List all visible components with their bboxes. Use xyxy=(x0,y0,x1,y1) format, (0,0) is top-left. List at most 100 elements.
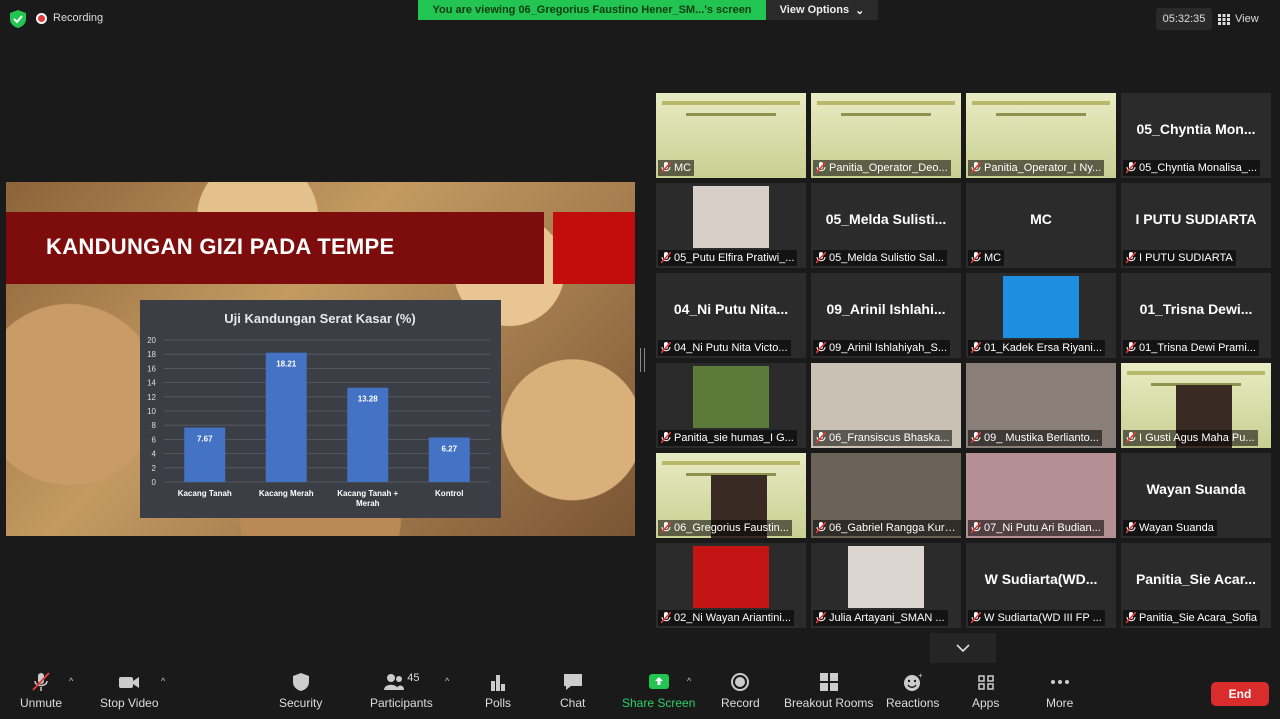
chevron-down-icon xyxy=(956,644,970,652)
audio-options-caret[interactable]: ^ xyxy=(69,676,73,686)
participants-button[interactable]: 45 Participants xyxy=(370,672,433,710)
record-dot-icon xyxy=(36,12,47,24)
participant-tile[interactable]: I PUTU SUDIARTA I PUTU SUDIARTA xyxy=(1121,183,1271,268)
participant-name: 06_Gregorius Faustin... xyxy=(674,522,789,534)
muted-mic-icon xyxy=(1126,342,1136,354)
gallery-next-button[interactable] xyxy=(930,633,996,663)
y-tick-label: 16 xyxy=(147,364,156,373)
video-options-caret[interactable]: ^ xyxy=(161,676,165,686)
svg-text:+: + xyxy=(918,672,923,680)
more-button[interactable]: More xyxy=(1046,672,1073,710)
polls-label: Polls xyxy=(485,696,512,710)
view-options-button[interactable]: View Options ⌄ xyxy=(766,0,878,20)
participant-name: 05_Putu Elfira Pratiwi_... xyxy=(674,252,795,264)
participant-tile[interactable]: 07_Ni Putu Ari Budian... xyxy=(966,453,1116,538)
recording-indicator[interactable]: Recording xyxy=(36,8,103,28)
muted-mic-icon xyxy=(32,672,50,691)
participant-tile[interactable]: 09_Arinil Ishlahi... 09_Arinil Ishlahiyah… xyxy=(811,273,961,358)
participant-tile[interactable]: 06_Gabriel Rangga Kurni... xyxy=(811,453,961,538)
participant-name: I Gusti Agus Maha Pu... xyxy=(1139,432,1255,444)
record-button[interactable]: Record xyxy=(721,672,760,710)
muted-mic-icon xyxy=(816,612,826,624)
fiber-content-chart: Uji Kandungan Serat Kasar (%) 0 2 4 6 8 10 12 1… xyxy=(140,300,501,518)
shield-icon[interactable] xyxy=(10,10,26,28)
participant-display-name: 05_Chyntia Mon... xyxy=(1136,121,1256,137)
participant-tile[interactable]: Wayan Suanda Wayan Suanda xyxy=(1121,453,1271,538)
participant-name: 09_Arinil Ishlahiyah_S... xyxy=(829,342,948,354)
view-button[interactable]: View xyxy=(1218,8,1272,30)
participant-name-tag: I PUTU SUDIARTA xyxy=(1123,250,1236,266)
participants-icon xyxy=(384,674,405,690)
participant-name: 06_Fransiscus Bhaska... xyxy=(829,432,950,444)
participant-tile[interactable]: 05_Chyntia Mon... 05_Chyntia Monalisa_... xyxy=(1121,93,1271,178)
reactions-button[interactable]: + Reactions xyxy=(886,672,939,710)
participant-display-name: Panitia_Sie Acar... xyxy=(1135,571,1257,587)
participant-name-tag: MC xyxy=(658,160,695,176)
breakout-rooms-button[interactable]: Breakout Rooms xyxy=(784,672,873,710)
participant-tile[interactable]: I Gusti Agus Maha Pu... xyxy=(1121,363,1271,448)
participant-tile[interactable]: Panitia_Operator_I Ny... xyxy=(966,93,1116,178)
muted-mic-icon xyxy=(661,342,671,354)
muted-mic-icon xyxy=(1126,432,1136,444)
participant-name: 04_Ni Putu Nita Victo... xyxy=(674,342,788,354)
muted-mic-icon xyxy=(971,612,981,624)
muted-mic-icon xyxy=(971,522,981,534)
apps-icon xyxy=(977,675,994,690)
share-screen-icon xyxy=(648,674,669,689)
chat-button[interactable]: Chat xyxy=(560,672,585,710)
share-options-caret[interactable]: ^ xyxy=(687,676,691,686)
participant-name: 05_Melda Sulistio Sal... xyxy=(829,252,944,264)
participant-name: 05_Chyntia Monalisa_... xyxy=(1139,162,1258,174)
participant-tile[interactable]: 05_Melda Sulisti... 05_Melda Sulistio Sal… xyxy=(811,183,961,268)
y-tick-label: 6 xyxy=(152,435,157,444)
participant-name-tag: 01_Trisna Dewi Prami... xyxy=(1123,340,1259,356)
participant-tile[interactable]: 06_Fransiscus Bhaska... xyxy=(811,363,961,448)
participant-tile[interactable]: 01_Trisna Dewi... 01_Trisna Dewi Prami... xyxy=(1121,273,1271,358)
polls-button[interactable]: Polls xyxy=(485,672,511,710)
participant-display-name: 04_Ni Putu Nita... xyxy=(673,301,789,317)
participant-tile[interactable]: Panitia_sie humas_I G... xyxy=(656,363,806,448)
stop-video-button[interactable]: Stop Video xyxy=(100,672,159,710)
participants-options-caret[interactable]: ^ xyxy=(445,676,449,686)
muted-mic-icon xyxy=(816,432,826,444)
shared-screen: KANDUNGAN GIZI PADA TEMPE Uji Kandungan … xyxy=(6,182,635,536)
split-resize-handle[interactable] xyxy=(640,348,645,372)
y-tick-label: 10 xyxy=(147,407,156,416)
view-options-label: View Options xyxy=(779,4,850,16)
participant-name-tag: W Sudiarta(WD III FP ... xyxy=(968,610,1105,626)
participant-tile[interactable]: Julia Artayani_SMAN ... xyxy=(811,543,961,628)
participant-tile[interactable]: 04_Ni Putu Nita... 04_Ni Putu Nita Victo.… xyxy=(656,273,806,358)
participant-name: Wayan Suanda xyxy=(1139,522,1214,534)
share-screen-button[interactable]: Share Screen xyxy=(622,672,695,710)
muted-mic-icon xyxy=(1126,612,1136,624)
muted-mic-icon xyxy=(661,522,671,534)
participant-tile[interactable]: 01_Kadek Ersa Riyani... xyxy=(966,273,1116,358)
participant-tile[interactable]: 05_Putu Elfira Pratiwi_... xyxy=(656,183,806,268)
participant-name: 06_Gabriel Rangga Kurni... xyxy=(829,522,960,534)
apps-button[interactable]: Apps xyxy=(972,672,999,710)
polls-icon xyxy=(491,675,505,691)
end-meeting-button[interactable]: End xyxy=(1211,682,1269,706)
participant-tile[interactable]: W Sudiarta(WD... W Sudiarta(WD III FP ... xyxy=(966,543,1116,628)
participant-tile[interactable]: MC xyxy=(656,93,806,178)
participant-name: MC xyxy=(984,252,1002,264)
participant-name-tag: 05_Putu Elfira Pratiwi_... xyxy=(658,250,798,266)
participant-tile[interactable]: 09_ Mustika Berlianto... xyxy=(966,363,1116,448)
view-label: View xyxy=(1235,13,1259,25)
security-button[interactable]: Security xyxy=(279,672,322,710)
muted-mic-icon xyxy=(971,162,981,174)
unmute-button[interactable]: Unmute xyxy=(20,672,62,710)
shield-icon xyxy=(292,673,309,691)
record-label: Record xyxy=(721,696,760,710)
participant-tile[interactable]: 06_Gregorius Faustin... xyxy=(656,453,806,538)
participant-name: 01_Kadek Ersa Riyani... xyxy=(984,342,1103,354)
x-category-label: Kacang Merah xyxy=(259,489,314,498)
bar-data-label: 18.21 xyxy=(276,360,297,369)
x-category-label: Kacang Tanah xyxy=(178,489,232,498)
participant-tile[interactable]: MC MC xyxy=(966,183,1116,268)
participant-name: Panitia_Operator_Deo... xyxy=(829,162,948,174)
muted-mic-icon xyxy=(971,252,981,264)
participant-tile[interactable]: Panitia_Operator_Deo... xyxy=(811,93,961,178)
participant-tile[interactable]: Panitia_Sie Acar... Panitia_Sie Acara_Sof… xyxy=(1121,543,1271,628)
participant-tile[interactable]: 02_Ni Wayan Ariantini... xyxy=(656,543,806,628)
